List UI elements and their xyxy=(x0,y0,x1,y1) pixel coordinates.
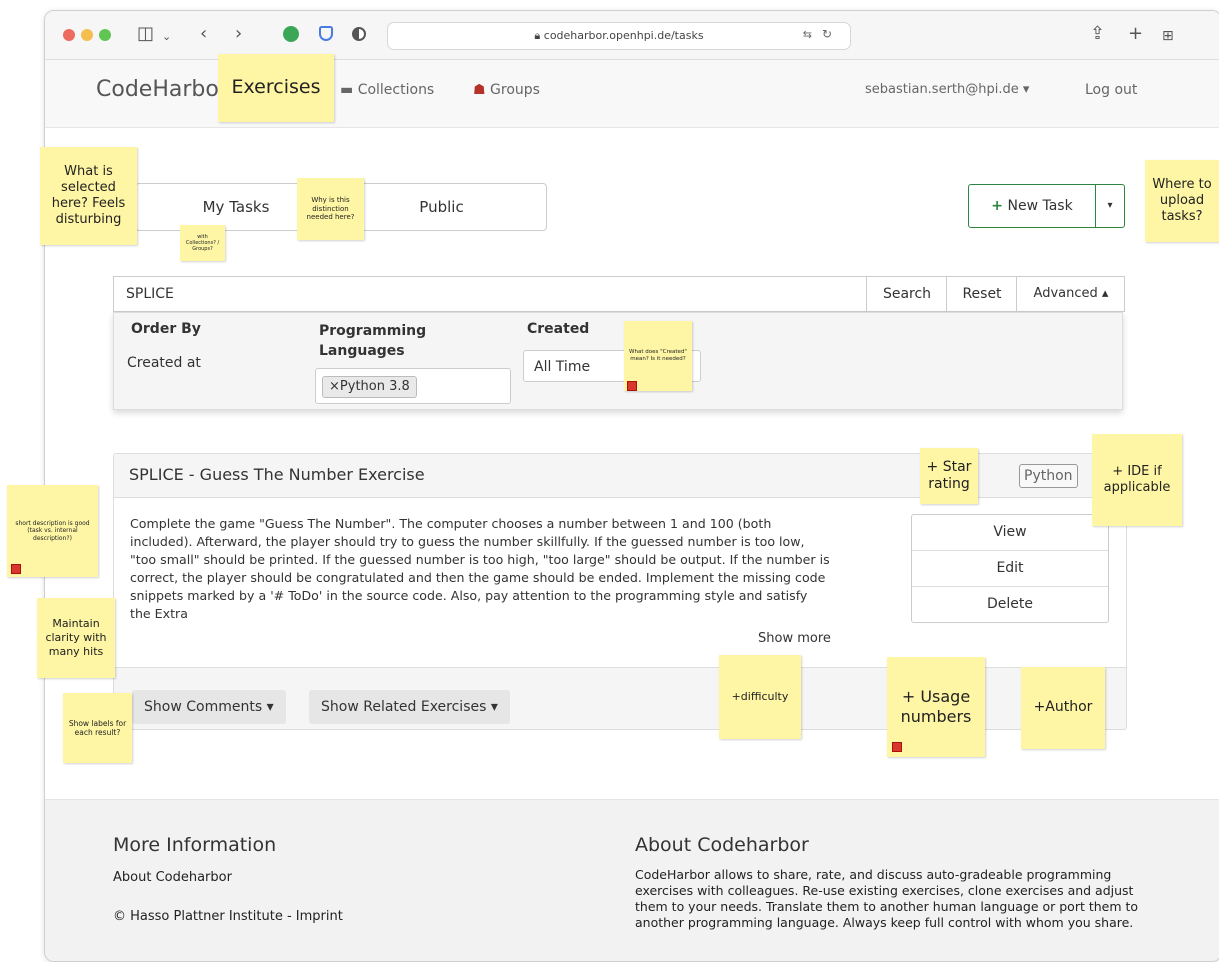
note-upload: Where to upload tasks? xyxy=(1145,160,1219,242)
exercises-nav-highlight[interactable]: Exercises xyxy=(218,54,334,122)
user-menu[interactable]: sebastian.serth@hpi.de ▾ xyxy=(865,82,1029,97)
note-ide: + IDE if applicable xyxy=(1092,434,1182,526)
language-badge: Python xyxy=(1019,464,1078,488)
language-tag[interactable]: ×Python 3.8 xyxy=(322,376,417,398)
reset-button[interactable]: Reset xyxy=(946,277,1017,311)
task-title[interactable]: SPLICE - Guess The Number Exercise xyxy=(129,465,425,484)
browser-window: ◫ ⌄ ‹ › 🔒︎ codeharbor.openhpi.de/tasks ⇆… xyxy=(44,10,1219,962)
task-actions: View Edit Delete xyxy=(911,514,1109,623)
created-label: Created xyxy=(527,321,590,337)
about-text: CodeHarbor allows to share, rate, and di… xyxy=(635,867,1139,930)
advanced-button[interactable]: Advanced ▴ xyxy=(1016,277,1125,311)
new-task-button[interactable]: + New Task xyxy=(968,184,1096,228)
caret-down-icon: ▾ xyxy=(266,699,274,715)
reload-icon[interactable]: ↻ xyxy=(822,27,832,41)
caret-down-icon: ▾ xyxy=(490,699,498,715)
languages-label: Programming Languages xyxy=(319,323,427,359)
address-text: codeharbor.openhpi.de/tasks xyxy=(543,29,704,42)
copyright-text[interactable]: © Hasso Plattner Institute - Imprint xyxy=(113,909,343,924)
remove-tag-icon[interactable]: × xyxy=(329,379,340,394)
sidebar-icon[interactable]: ◫ xyxy=(137,24,154,44)
caret-up-icon: ▴ xyxy=(1101,286,1109,301)
note-distinction: Why is this distinction needed here? xyxy=(297,178,364,240)
address-bar[interactable]: 🔒︎ codeharbor.openhpi.de/tasks ⇆ ↻ xyxy=(387,22,851,50)
users-icon: ☗ xyxy=(473,82,491,98)
contrast-icon[interactable] xyxy=(352,27,366,41)
note-labels: Show labels for each result? xyxy=(63,693,132,763)
show-related-button[interactable]: Show Related Exercises ▾ xyxy=(309,690,510,724)
show-comments-button[interactable]: Show Comments ▾ xyxy=(132,690,286,724)
search-bar: SPLICE Search Reset Advanced ▴ xyxy=(113,276,1125,312)
caret-down-icon: ▾ xyxy=(1022,82,1030,97)
note-clarity: Maintain clarity with many hits xyxy=(37,598,115,678)
minimize-window-button[interactable] xyxy=(81,29,93,41)
search-button[interactable]: Search xyxy=(866,277,947,311)
note-star-rating: + Star rating xyxy=(920,448,978,504)
translate-icon[interactable]: ⇆ xyxy=(803,28,812,41)
extension-icon[interactable] xyxy=(283,26,299,42)
tab-public[interactable]: Public xyxy=(337,184,546,230)
note-author: +Author xyxy=(1021,667,1105,749)
lock-icon: 🔒︎ xyxy=(534,29,544,42)
view-button[interactable]: View xyxy=(912,515,1108,550)
note-difficulty: +difficulty xyxy=(719,655,801,739)
languages-select[interactable]: ×Python 3.8 xyxy=(315,368,511,404)
forward-icon[interactable]: › xyxy=(235,24,242,44)
more-info-heading: More Information xyxy=(113,834,277,856)
about-heading: About Codeharbor xyxy=(635,834,809,856)
note-marker-icon xyxy=(11,564,21,574)
order-by-select[interactable]: Created at xyxy=(127,355,201,371)
logout-link[interactable]: Log out xyxy=(1085,82,1137,98)
edit-button[interactable]: Edit xyxy=(912,550,1108,586)
caret-down-icon: ▾ xyxy=(1107,200,1113,211)
note-marker-icon xyxy=(627,381,637,391)
chevron-down-icon[interactable]: ⌄ xyxy=(162,27,171,47)
search-input[interactable]: SPLICE xyxy=(126,286,174,302)
new-tab-icon[interactable]: + xyxy=(1128,24,1143,44)
page-footer: More Information About Codeharbor © Hass… xyxy=(45,799,1219,961)
folder-icon: ▬ xyxy=(340,82,358,98)
nav-groups[interactable]: ☗ Groups xyxy=(473,82,540,98)
note-selected: What is selected here? Feels disturbing xyxy=(40,147,137,245)
show-more-link[interactable]: Show more xyxy=(752,631,831,646)
shield-icon[interactable] xyxy=(319,26,333,41)
share-icon[interactable]: ⇪ xyxy=(1090,24,1105,44)
note-collections: with Collections? / Groups? xyxy=(180,225,225,261)
order-by-label: Order By xyxy=(131,321,201,337)
note-marker-icon xyxy=(892,742,902,752)
nav-collections[interactable]: ▬ Collections xyxy=(340,82,434,98)
tab-overview-icon[interactable]: ⊞ xyxy=(1162,26,1174,46)
new-task-dropdown-button[interactable]: ▾ xyxy=(1095,184,1125,228)
about-codeharbor-link[interactable]: About Codeharbor xyxy=(113,870,232,885)
brand-logo[interactable]: CodeHarbor xyxy=(96,77,228,102)
back-icon[interactable]: ‹ xyxy=(200,24,207,44)
browser-toolbar: ◫ ⌄ ‹ › 🔒︎ codeharbor.openhpi.de/tasks ⇆… xyxy=(45,11,1219,60)
zoom-window-button[interactable] xyxy=(99,29,111,41)
plus-icon: + xyxy=(991,198,1004,214)
delete-button[interactable]: Delete xyxy=(912,586,1108,622)
close-window-button[interactable] xyxy=(63,29,75,41)
task-description: Complete the game "Guess The Number". Th… xyxy=(130,516,830,621)
advanced-filters-panel: Order By Created at Programming Language… xyxy=(113,312,1123,410)
